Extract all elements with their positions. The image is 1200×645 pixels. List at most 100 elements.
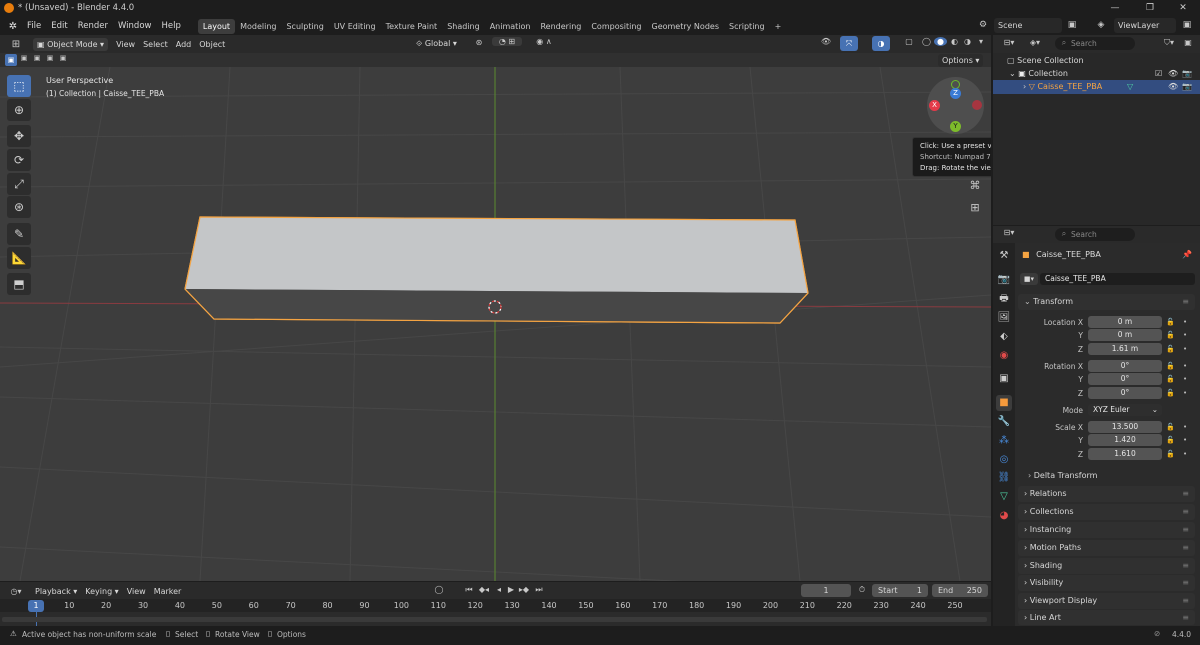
drag-handle-icon[interactable]: ≡	[1182, 486, 1189, 502]
scale-y-lock-icon[interactable]: 🔓	[1166, 434, 1175, 447]
proportional-edit-icon[interactable]: ◉ ∧	[530, 37, 558, 46]
auto-keying-icon[interactable]: ◯	[433, 585, 445, 594]
scale-z-lock-icon[interactable]: 🔓	[1166, 448, 1175, 461]
menu-edit[interactable]: Edit	[46, 17, 72, 35]
end-frame-field[interactable]: End 250	[932, 584, 988, 597]
rotate-tool[interactable]: ⟳	[7, 149, 31, 171]
location-x-keyframe-icon[interactable]: •	[1183, 316, 1187, 329]
start-frame-field[interactable]: Start 1	[872, 584, 928, 597]
collection-visibility-icon[interactable]: 👁	[1168, 67, 1178, 80]
gizmo-toggle-icon[interactable]: ⤧	[840, 36, 858, 51]
select-new-icon[interactable]: ▣	[5, 54, 17, 66]
pivot-icon[interactable]: ⊛	[470, 38, 488, 47]
scene-tab-icon[interactable]: ⬖	[996, 329, 1012, 345]
view-layer-icon[interactable]: ◈	[1094, 20, 1108, 30]
rotation-y-keyframe-icon[interactable]: •	[1183, 373, 1187, 386]
scale-x-keyframe-icon[interactable]: •	[1183, 421, 1187, 434]
view-layer-field[interactable]: ViewLayer	[1114, 18, 1176, 33]
blender-menu-icon[interactable]: ✲	[4, 21, 22, 32]
delta-transform-subpanel[interactable]: › Delta Transform	[1028, 469, 1188, 482]
rotation-z-field[interactable]: 0°	[1088, 387, 1162, 399]
gizmo-y-handle[interactable]: Y	[950, 121, 961, 132]
collection-exclude-checkbox[interactable]: ☑	[1155, 67, 1162, 80]
display-mode-icon[interactable]: ◈▾	[1025, 38, 1045, 47]
select-extend-icon[interactable]: ▣	[18, 54, 30, 62]
expand-arrow-icon[interactable]: ⌄	[1009, 69, 1016, 78]
jump-next-keyframe-icon[interactable]: ▸◆	[517, 585, 531, 594]
timeline-menu-marker[interactable]: Marker	[150, 585, 186, 598]
render-tab-icon[interactable]: 📷	[996, 272, 1012, 288]
menu-render[interactable]: Render	[73, 17, 113, 35]
snap-icon[interactable]: ◔ ⊞	[492, 37, 522, 46]
relations-panel-header[interactable]: › Relations ≡	[1018, 486, 1195, 502]
rotation-x-keyframe-icon[interactable]: •	[1183, 360, 1187, 373]
drag-handle-icon[interactable]: ≡	[1182, 558, 1189, 574]
modifier-tab-icon[interactable]: 🔧	[996, 414, 1012, 430]
output-tab-icon[interactable]: 🖶	[996, 291, 1012, 307]
move-tool[interactable]: ✥	[7, 125, 31, 147]
select-box-tool[interactable]: ⬚	[7, 75, 31, 97]
select-subtract-icon[interactable]: ▣	[31, 54, 43, 62]
transform-panel-header[interactable]: ⌄ Transform ≡	[1018, 294, 1195, 310]
tab-scripting[interactable]: Scripting	[724, 19, 770, 34]
minimize-button[interactable]: —	[1098, 0, 1132, 16]
outliner-editor-icon[interactable]: ⊟▾	[999, 38, 1019, 47]
scene-icon[interactable]: ⚙	[976, 20, 990, 30]
object-expand-icon[interactable]: ›	[1023, 82, 1026, 91]
outliner-row-scene-collection[interactable]: ▢ Scene Collection	[993, 54, 1200, 67]
location-z-field[interactable]: 1.61 m	[1088, 343, 1162, 355]
options-dropdown[interactable]: Options ▾	[938, 54, 984, 67]
collections-panel-header[interactable]: › Collections ≡	[1018, 504, 1195, 520]
overlay-toggle-icon[interactable]: ◑	[872, 36, 890, 51]
scale-x-field[interactable]: 13.500	[1088, 421, 1162, 433]
drag-handle-icon[interactable]: ≡	[1182, 504, 1189, 520]
location-z-lock-icon[interactable]: 🔓	[1166, 343, 1175, 356]
measure-tool[interactable]: 📐	[7, 247, 31, 269]
tab-rendering[interactable]: Rendering	[535, 19, 586, 34]
scale-tool[interactable]: ⤢	[7, 173, 31, 195]
current-frame-field[interactable]: 1	[801, 584, 851, 597]
rotation-mode-dropdown[interactable]: XYZ Euler ⌄	[1088, 404, 1162, 416]
menu-window[interactable]: Window	[113, 17, 157, 35]
drag-handle-icon[interactable]: ≡	[1182, 522, 1189, 538]
maximize-button[interactable]: ❐	[1133, 0, 1167, 16]
scale-x-lock-icon[interactable]: 🔓	[1166, 421, 1175, 434]
motion-paths-panel-header[interactable]: › Motion Paths ≡	[1018, 540, 1195, 556]
tab-modeling[interactable]: Modeling	[235, 19, 281, 34]
filter-icon[interactable]: ⛉▾	[1161, 38, 1177, 48]
menu-object[interactable]: Object	[195, 38, 229, 51]
timeline-scrollbar[interactable]	[2, 617, 987, 622]
shading-panel-header[interactable]: › Shading ≡	[1018, 558, 1195, 574]
outliner-row-collection[interactable]: ⌄ ▣ Collection ☑ 👁 📷	[993, 67, 1200, 80]
rotation-z-keyframe-icon[interactable]: •	[1183, 387, 1187, 400]
scale-z-keyframe-icon[interactable]: •	[1183, 448, 1187, 461]
constraints-tab-icon[interactable]: ⛓	[996, 470, 1012, 486]
menu-view[interactable]: View	[112, 38, 139, 51]
scale-z-field[interactable]: 1.610	[1088, 448, 1162, 460]
xray-icon[interactable]: ▢	[902, 37, 916, 46]
outliner-row-object[interactable]: › ▽ Caisse_TEE_PBA ▽ 👁 📷	[993, 80, 1200, 94]
menu-help[interactable]: Help	[156, 17, 185, 35]
collection-render-icon[interactable]: 📷	[1182, 67, 1192, 80]
viewport-display-panel-header[interactable]: › Viewport Display ≡	[1018, 593, 1195, 609]
tool-tab-icon[interactable]: ⚒	[996, 248, 1012, 264]
perspective-toggle-icon[interactable]: ⊞	[965, 199, 985, 217]
object-mode-dropdown[interactable]: ▣ Object Mode ▾	[33, 37, 109, 51]
object-render-icon[interactable]: 📷	[1182, 80, 1192, 93]
select-difference-icon[interactable]: ▣	[44, 54, 56, 62]
close-button[interactable]: ✕	[1166, 0, 1200, 16]
location-y-field[interactable]: 0 m	[1088, 329, 1162, 341]
wireframe-shading-icon[interactable]: ◯	[920, 37, 933, 46]
gizmo-neg-x-handle[interactable]	[972, 100, 982, 110]
visibility-panel-header[interactable]: › Visibility ≡	[1018, 575, 1195, 591]
editor-type-icon[interactable]: ⊞	[5, 39, 27, 50]
rotation-x-lock-icon[interactable]: 🔓	[1166, 360, 1175, 373]
timeline-menu-view[interactable]: View	[123, 585, 150, 598]
annotate-tool[interactable]: ✎	[7, 223, 31, 245]
solid-shading-icon[interactable]: ●	[934, 37, 947, 46]
menu-file[interactable]: File	[22, 17, 46, 35]
transform-tool[interactable]: ⊛	[7, 196, 31, 218]
jump-end-icon[interactable]: ⏭	[533, 585, 545, 595]
add-workspace-button[interactable]: +	[770, 19, 787, 34]
tab-animation[interactable]: Animation	[485, 19, 536, 34]
